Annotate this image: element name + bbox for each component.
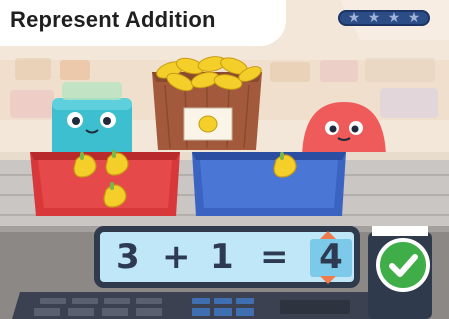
register-keyboard	[12, 292, 390, 319]
addend-b: 1	[210, 237, 234, 277]
answer-field[interactable]: 4	[310, 237, 352, 277]
plus-sign: +	[162, 237, 191, 277]
star-icon: ★	[367, 10, 381, 26]
check-answer-button[interactable]	[376, 238, 430, 292]
fruit-left-1	[73, 154, 97, 178]
star-icon: ★	[387, 10, 401, 26]
teal-character	[52, 82, 132, 160]
progress-stars: ★ ★ ★ ★	[338, 10, 430, 26]
fruit-left-2	[105, 152, 129, 176]
addend-a: 3	[116, 237, 140, 277]
decrement-arrow-icon[interactable]	[320, 276, 336, 284]
increment-arrow-icon[interactable]	[320, 231, 336, 239]
banana-basket	[152, 56, 262, 150]
right-bin	[192, 152, 346, 216]
left-bin	[30, 152, 180, 216]
fruit-left-3	[103, 184, 127, 208]
star-icon: ★	[407, 10, 421, 26]
answer-value: 4	[319, 237, 343, 277]
title-card: Represent Addition	[0, 0, 286, 46]
fruit-right-1	[273, 154, 297, 178]
star-icon: ★	[347, 10, 361, 26]
equation-panel: 3 + 1 = 4	[94, 226, 360, 288]
game-scene: Represent Addition ★ ★ ★ ★ 3 + 1 = 4	[0, 0, 449, 319]
page-title: Represent Addition	[10, 7, 216, 32]
checkmark-icon	[389, 254, 418, 277]
equals-sign: =	[260, 237, 289, 277]
